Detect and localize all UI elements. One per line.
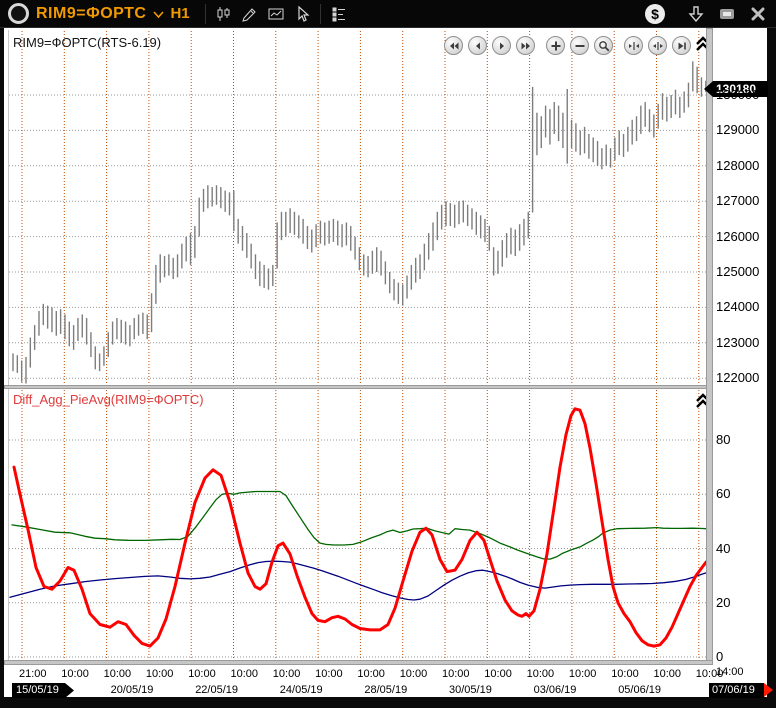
app-logo-icon [8,3,29,24]
price-axis-label: 127000 [716,193,759,208]
toolbar-separator [320,4,321,24]
toolbar-separator [205,4,206,24]
compress-horizontal-button[interactable] [624,36,643,55]
step-back-icon [472,40,484,52]
start-date-badge: 15/05/19 [12,683,74,698]
indicator-window-icon[interactable] [263,3,289,25]
date-label: 30/05/19 [449,684,492,696]
time-label: 10:00 [357,668,385,680]
candlestick-chart-icon[interactable] [211,3,237,25]
indicator-axis-label: 80 [716,432,730,447]
rewind-button[interactable] [444,36,463,55]
price-axis-label: 125000 [716,264,759,279]
indicator-axis-label: 0 [716,649,723,664]
end-date-arrow-icon [764,683,773,697]
date-label: 20/05/19 [111,684,154,696]
zoom-in-icon [550,40,562,52]
fast-forward-icon [520,40,532,52]
rewind-icon [448,40,460,52]
expand-vertical-icon [652,40,664,52]
fast-forward-button[interactable] [516,36,535,55]
date-label: 28/05/19 [364,684,407,696]
chart-canvas[interactable] [0,0,776,708]
title-bar: RIM9=ФОРТС H1 $ [0,0,776,28]
indicator-axis-label: 20 [716,595,730,610]
chart-nav-toolbar [444,36,696,55]
indicator-axis-label: 40 [716,541,730,556]
date-label: 24/05/19 [280,684,323,696]
screenshot-root: { "titlebar": { "symbol": "RIM9=ФОРТС", … [0,0,776,708]
time-label: 10:00 [569,668,597,680]
minimize-icon[interactable] [718,6,736,22]
indicator-axis-label: 60 [716,486,730,501]
timeframe-label[interactable]: H1 [170,5,189,22]
price-axis-label: 129000 [716,122,759,137]
date-label: 05/06/19 [618,684,661,696]
time-label: 10:00 [273,668,301,680]
indicator-panel-title: Diff_Agg_PieAvg(RIM9=ФОРТС) [13,392,204,407]
zoom-out-button[interactable] [570,36,589,55]
time-label: 10:00 [442,668,470,680]
price-axis-label: 123000 [716,335,759,350]
expand-vertical-button[interactable] [648,36,667,55]
go-to-end-icon [676,40,688,52]
time-label: 10:00 [400,668,428,680]
step-forward-icon [496,40,508,52]
time-label: 10:00 [188,668,216,680]
price-axis-label: 126000 [716,229,759,244]
time-label: 10:00 [315,668,343,680]
chevron-down-icon[interactable] [153,11,164,19]
end-date-badge: 07/06/19 [709,683,764,698]
price-axis-label: 122000 [716,370,759,385]
price-panel-title: RIM9=ФОРТС(RTS-6.19) [13,35,161,50]
price-axis-splitter[interactable] [706,28,713,665]
indicator-line-average-navy [10,561,706,600]
date-label: 22/05/19 [195,684,238,696]
time-label: 10:00 [484,668,512,680]
download-arrow-icon[interactable] [688,5,704,23]
levels-icon[interactable] [326,3,352,25]
go-to-end-button[interactable] [672,36,691,55]
time-label: 10:00 [146,668,174,680]
compress-horizontal-icon [628,40,640,52]
time-label: 14:00 [716,666,744,678]
price-axis-label: 130000 [716,87,759,102]
zoom-in-button[interactable] [546,36,565,55]
time-label: 10:00 [231,668,259,680]
step-forward-button[interactable] [492,36,511,55]
pencil-icon[interactable] [237,3,263,25]
zoom-out-icon [574,40,586,52]
titlebar-right-group: $ [645,4,776,24]
date-label: 03/06/19 [534,684,577,696]
step-back-button[interactable] [468,36,487,55]
cursor-icon[interactable] [289,3,315,25]
zoom-search-button[interactable] [594,36,613,55]
time-label: 10:00 [104,668,132,680]
time-label: 10:00 [527,668,555,680]
time-axis-splitter[interactable] [4,660,713,665]
close-icon[interactable] [750,6,766,22]
panel-splitter[interactable] [4,385,713,389]
symbol-name[interactable]: RIM9=ФОРТС [36,5,146,23]
time-label: 10:00 [654,668,682,680]
time-label: 10:00 [611,668,639,680]
price-axis-label: 128000 [716,158,759,173]
price-axis-label: 124000 [716,299,759,314]
time-label: 21:00 [19,668,47,680]
dollar-icon[interactable]: $ [645,4,665,24]
time-label: 10:00 [61,668,89,680]
zoom-search-icon [598,40,610,52]
